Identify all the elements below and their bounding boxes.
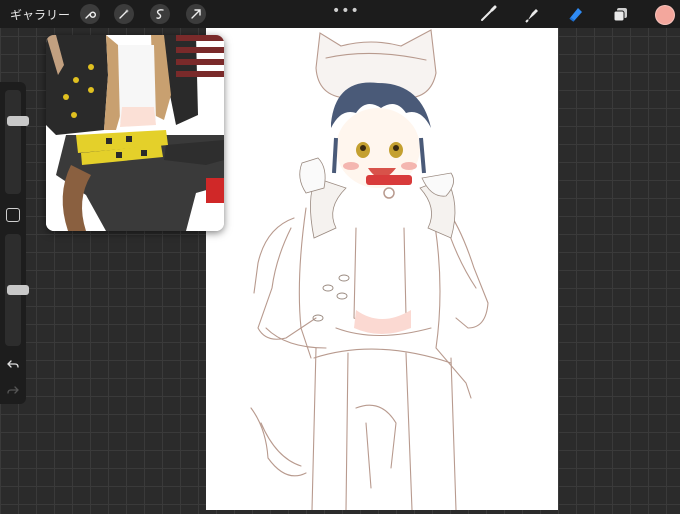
redo-icon[interactable] [7, 384, 19, 396]
undo-icon[interactable] [7, 358, 19, 370]
top-toolbar: ギャラリー ••• [0, 0, 680, 28]
sketch-artwork [250, 29, 489, 511]
gallery-button[interactable]: ギャラリー [10, 6, 70, 23]
left-sidebar [0, 82, 29, 404]
brush-icon[interactable] [478, 4, 498, 24]
opacity-thumb[interactable] [7, 285, 29, 295]
more-menu-button[interactable]: ••• [332, 3, 360, 19]
modify-button[interactable] [6, 208, 20, 222]
transform-icon[interactable] [186, 4, 206, 24]
drawing-canvas[interactable] [206, 28, 558, 511]
magic-wand-icon[interactable] [114, 4, 134, 24]
color-picker-button[interactable] [655, 5, 675, 25]
brush-size-thumb[interactable] [7, 116, 29, 126]
eraser-icon[interactable] [566, 4, 586, 24]
selection-icon[interactable] [150, 4, 170, 24]
smudge-icon[interactable] [523, 4, 543, 24]
wrench-icon[interactable] [80, 4, 100, 24]
reference-image-panel[interactable] [46, 35, 224, 231]
brush-size-slider[interactable] [5, 90, 29, 194]
opacity-slider[interactable] [5, 234, 29, 346]
layers-icon[interactable] [611, 4, 631, 24]
reference-illustration [46, 35, 224, 231]
